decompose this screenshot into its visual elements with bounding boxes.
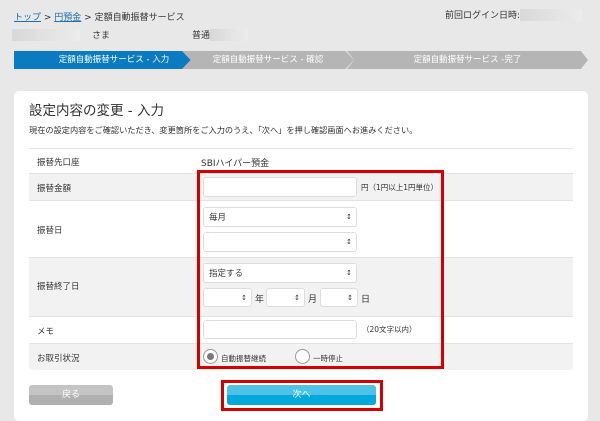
last-login-value-redacted (520, 8, 583, 21)
status-label: お取引状況 (37, 354, 80, 364)
user-name: さま (12, 28, 110, 41)
end-date-label: 振替終了日 (37, 282, 80, 292)
last-login: 前回ログイン日時: (445, 8, 583, 21)
back-button[interactable]: 戻る (29, 385, 113, 405)
step-label: 定額自動振替サービス - 確認 (212, 55, 324, 65)
user-name-redacted (12, 28, 80, 41)
destination-value: SBIハイパー預金 (201, 159, 270, 169)
account-number-redacted (210, 28, 249, 41)
page-title: 設定内容の変更 - 入力 (29, 103, 164, 119)
step-complete: 定額自動振替サービス -完了 (347, 51, 588, 69)
step-label: 定額自動振替サービス - 入力 (58, 55, 170, 65)
amount-label: 振替金額 (37, 184, 72, 194)
highlight-box-next (221, 380, 383, 411)
page-description: 現在の設定内容をご確認いただき、変更箇所をご入力のうえ、「次へ」を押し確認画面へ… (29, 125, 418, 135)
breadcrumb-yen-link[interactable]: 円預金 (54, 13, 81, 23)
breadcrumb-separator: > (81, 13, 95, 23)
step-input: 定額自動振替サービス - 入力 (14, 51, 214, 69)
breadcrumb-top-link[interactable]: トップ (14, 13, 41, 23)
back-label: 戻る (61, 390, 80, 400)
account-type: 普通 (192, 31, 211, 41)
highlight-box-form (197, 170, 444, 369)
breadcrumb-separator: > (41, 13, 55, 23)
destination-label: 振替先口座 (37, 158, 80, 168)
memo-label: メモ (37, 327, 55, 337)
step-confirm: 定額自動振替サービス - 確認 (182, 51, 354, 69)
breadcrumb-current: 定額自動振替サービス (94, 13, 185, 23)
breadcrumb: トップ > 円預金 > 定額自動振替サービス (14, 10, 185, 23)
account-info: 普通 (192, 28, 249, 41)
date-label: 振替日 (37, 226, 63, 236)
step-label: 定額自動振替サービス -完了 (413, 55, 522, 65)
last-login-label: 前回ログイン日時: (445, 11, 521, 21)
name-suffix: さま (92, 31, 111, 41)
